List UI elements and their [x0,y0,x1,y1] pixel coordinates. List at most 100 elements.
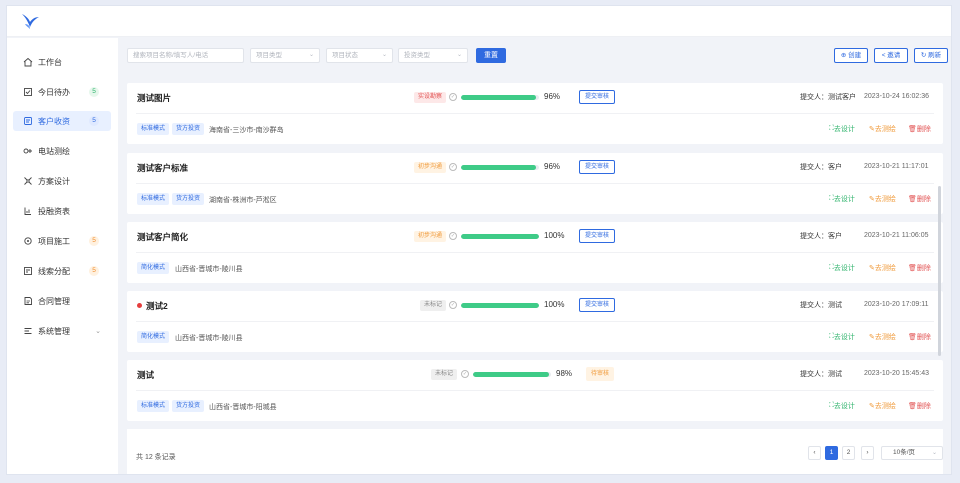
bird-logo-icon [22,14,39,29]
sidebar-item-workbench[interactable]: 工作台 [13,52,111,72]
action-label: 去测绘 [874,265,896,272]
project-type-select[interactable]: 项目类型 ⌄ [250,48,320,63]
delete-link[interactable]: 🗑 删除 [908,401,931,411]
go-design-link[interactable]: ⛶ 去设计 [829,124,855,134]
progress-percent: 100% [544,300,565,309]
submit-review-button[interactable]: 提交审核 [579,160,616,174]
submitter-name: 客户 [828,233,842,240]
project-card[interactable]: 测试2 未标记 ✓ 100% 提交审核 提交人：测试 2023-10-20 17… [127,291,943,352]
go-design-link[interactable]: ⛶ 去设计 [829,401,855,411]
project-title[interactable]: 测试客户标准 [137,162,188,174]
project-card[interactable]: 测试客户简化 初步沟通 ✓ 100% 提交审核 提交人：客户 2023-10-2… [127,222,943,283]
sidebar-item-label: 项目施工 [38,236,70,246]
submit-review-button[interactable]: 提交审核 [579,298,616,312]
sidebar-item-todo[interactable]: 今日待办 5 [13,82,111,102]
go-design-link[interactable]: ⛶ 去设计 [829,263,855,273]
sidebar-item-finance[interactable]: 投融资表 [13,201,111,221]
status-tag: 初步沟通 [414,162,447,173]
submitter-label: 提交人： [800,94,828,101]
sidebar-item-construction[interactable]: 项目施工 5 [13,231,111,251]
sidebar-item-contracts[interactable]: 合同管理 [13,291,111,311]
refresh-button[interactable]: ↻ 刷新 [914,48,948,63]
top-bar [7,6,951,37]
count-badge: 5 [89,87,99,97]
sidebar-item-survey[interactable]: 电站测绘 [13,141,111,161]
sidebar-item-label: 投融资表 [38,206,70,216]
main-content: 搜索项目名称/填写人/电话 项目类型 ⌄ 项目状态 ⌄ 投资类型 ⌄ 重置 ⊕ 创建 … [118,38,951,474]
submitter-label: 提交人： [800,302,828,309]
app-window: 工作台 今日待办 5 客户收资 5 电站测绘 方案设计 投融资表 项目施工 5 [6,5,952,475]
project-card[interactable]: 测试客户标准 初步沟通 ✓ 96% 提交审核 提交人：客户 2023-10-21… [127,153,943,214]
submitter: 提交人：客户 [800,163,856,172]
sidebar-item-label: 系统管理 [38,326,70,336]
page-1-button[interactable]: 1 [825,446,838,460]
sidebar-item-customer-data[interactable]: 客户收资 5 [13,111,111,131]
chevron-down-icon: ⌄ [931,450,937,456]
action-label: 删除 [916,126,931,133]
project-title[interactable]: 测试图片 [137,92,171,104]
sidebar-item-label: 方案设计 [38,176,70,186]
submitter-label: 提交人： [800,371,828,378]
project-title[interactable]: 测试客户简化 [137,231,188,243]
delete-link[interactable]: 🗑 删除 [908,124,931,134]
go-survey-link[interactable]: ✎ 去测绘 [869,263,896,273]
button-label: 刷新 [928,52,942,59]
sidebar-item-label: 工作台 [38,57,62,67]
action-label: 去测绘 [874,196,896,203]
submitter-label: 提交人： [800,233,828,240]
go-survey-link[interactable]: ✎ 去测绘 [869,124,896,134]
submit-review-button[interactable]: 提交审核 [579,229,616,243]
delete-link[interactable]: 🗑 删除 [908,194,931,204]
action-label: 删除 [916,196,931,203]
action-label: 删除 [916,334,931,341]
todo-icon [23,87,33,97]
progress-fill [473,372,550,377]
invest-type-select[interactable]: 投资类型 ⌄ [398,48,468,63]
go-survey-link[interactable]: ✎ 去测绘 [869,401,896,411]
create-button[interactable]: ⊕ 创建 [834,48,868,63]
delete-link[interactable]: 🗑 删除 [908,263,931,273]
check-circle-icon: ✓ [449,232,457,240]
go-design-link[interactable]: ⛶ 去设计 [829,332,855,342]
action-label: 去测绘 [874,403,896,410]
submitter-name: 客户 [828,164,842,171]
contract-icon [23,296,33,306]
project-title[interactable]: 测试2 [137,300,168,312]
go-survey-link[interactable]: ✎ 去测绘 [869,332,896,342]
progress-fill [461,303,539,308]
submitter: 提交人：测试 [800,301,856,310]
submitter-name: 测试客户 [828,94,856,101]
pending-review-badge: 待审核 [586,367,615,381]
prev-page-button[interactable]: ‹ [808,446,821,460]
go-survey-link[interactable]: ✎ 去测绘 [869,194,896,204]
sidebar-item-label: 电站测绘 [38,146,70,156]
filter-bar: 搜索项目名称/填写人/电话 项目类型 ⌄ 项目状态 ⌄ 投资类型 ⌄ 重置 ⊕ 创建 … [118,38,951,68]
sidebar-item-leads[interactable]: 线索分配 5 [13,261,111,281]
progress-fill [461,165,536,170]
action-label: 去设计 [833,196,855,203]
search-input[interactable]: 搜索项目名称/填写人/电话 [127,48,244,63]
go-design-link[interactable]: ⛶ 去设计 [829,194,855,204]
sidebar-item-design[interactable]: 方案设计 [13,171,111,191]
scrollbar[interactable] [938,186,941,356]
submit-time: 2023-10-24 16:02:36 [864,93,929,100]
page-2-button[interactable]: 2 [842,446,855,460]
project-status-select[interactable]: 项目状态 ⌄ [326,48,393,63]
project-title[interactable]: 测试 [137,369,154,381]
invite-button[interactable]: < 邀请 [874,48,908,63]
next-page-button[interactable]: › [861,446,874,460]
button-label: 邀请 [887,52,901,59]
sidebar-item-system[interactable]: 系统管理 ⌄ [13,321,111,341]
reset-button[interactable]: 重置 [476,48,506,63]
project-card[interactable]: 测试 未标记 ✓ 98% 待审核 提交人：测试 2023-10-20 15:45… [127,360,943,421]
count-badge: 5 [89,236,99,246]
submit-review-button[interactable]: 提交审核 [579,90,616,104]
chevron-down-icon[interactable]: ⌄ [95,327,101,335]
divider [136,252,934,253]
project-card[interactable]: 测试图片 实设勘察 ✓ 96% 提交审核 提交人：测试客户 2023-10-24… [127,83,943,144]
finance-icon [23,206,33,216]
page-size-select[interactable]: 10条/页 ⌄ [881,446,943,460]
invest-tag: 货方投资 [172,123,205,135]
delete-link[interactable]: 🗑 删除 [908,332,931,342]
progress-fill [461,234,539,239]
